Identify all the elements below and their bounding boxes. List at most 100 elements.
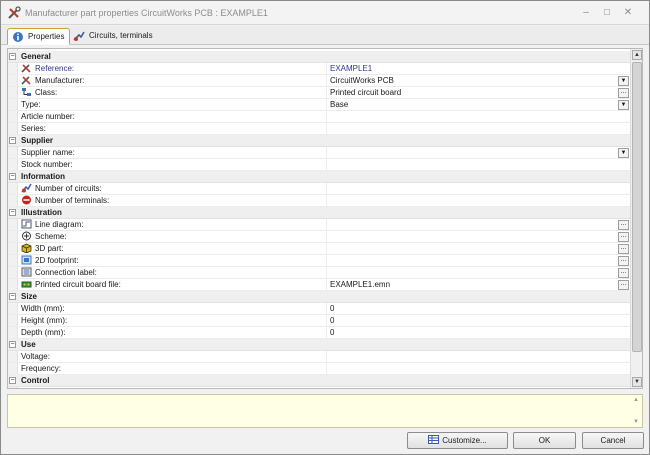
wrench-screwdriver-icon [21,64,31,73]
ellipsis-button[interactable]: ... [618,232,629,242]
property-value[interactable] [326,111,631,123]
property-value[interactable]: EXAMPLE1 [326,63,631,75]
tab-properties[interactable]: Properties [7,28,71,45]
property-row-depth[interactable]: Depth (mm): 0 [8,327,631,339]
collapse-toggle[interactable]: − [9,293,16,300]
ellipsis-button[interactable]: ... [618,244,629,254]
customize-button-label: Customize... [442,436,487,445]
property-name: Connection label: [21,267,327,279]
pcb-file-icon [21,281,32,288]
section-label: Illustration [21,208,62,217]
property-row-connection-label[interactable]: Connection label: ... [8,267,631,279]
dropdown-button[interactable]: ▼ [618,100,629,110]
property-row-reference[interactable]: Reference: EXAMPLE1 [8,63,631,75]
line-diagram-icon [21,219,32,229]
property-row-height[interactable]: Height (mm): 0 [8,315,631,327]
customize-button[interactable]: Customize... [407,432,508,449]
property-name: Reference: [21,63,327,75]
property-value[interactable]: ... [326,243,631,255]
collapse-toggle[interactable]: − [9,377,16,384]
property-value[interactable] [326,123,631,135]
section-label: Supplier [21,136,54,145]
property-row-series[interactable]: Series: [8,123,631,135]
ellipsis-button[interactable]: ... [618,256,629,266]
collapse-toggle[interactable]: − [9,53,16,60]
property-row-number-of-circuits[interactable]: Number of circuits: [8,183,631,195]
property-value[interactable]: ... [326,219,631,231]
ellipsis-button[interactable]: ... [618,220,629,230]
property-row-frequency[interactable]: Frequency: [8,363,631,375]
minimize-button[interactable]: – [578,5,594,21]
window-title: Manufacturer part properties CircuitWork… [25,8,268,18]
property-row-manufacturer[interactable]: Manufacturer: CircuitWorks PCB ▼ [8,75,631,87]
section-control[interactable]: − Control [8,375,631,387]
dropdown-button[interactable]: ▼ [618,76,629,86]
property-value[interactable]: 0 [326,315,631,327]
property-row-width[interactable]: Width (mm): 0 [8,303,631,315]
tab-circuits-terminals[interactable]: Circuits, terminals [69,28,158,45]
ellipsis-button[interactable]: ... [618,88,629,98]
property-value[interactable] [326,351,631,363]
section-information[interactable]: − Information [8,171,631,183]
property-value[interactable]: Base ▼ [326,99,631,111]
collapse-toggle[interactable]: − [9,137,16,144]
cancel-button[interactable]: Cancel [582,432,644,449]
property-value[interactable] [326,363,631,375]
property-name: Article number: [21,112,75,121]
property-row-3d-part[interactable]: 3D part: ... [8,243,631,255]
collapse-toggle[interactable]: − [9,209,16,216]
property-row-voltage[interactable]: Voltage: [8,351,631,363]
ellipsis-button[interactable]: ... [618,280,629,290]
property-value [326,183,631,195]
property-row-article-number[interactable]: Article number: [8,111,631,123]
scheme-icon [22,231,31,241]
property-row-supplier-name[interactable]: Supplier name: ▼ [8,147,631,159]
scroll-down-button[interactable]: ▼ [632,377,642,387]
property-name: Stock number: [21,160,73,169]
tab-bar: Properties Circuits, terminals [1,26,649,45]
property-value[interactable]: ... [326,267,631,279]
description-scroll-down[interactable]: ▼ [633,419,639,425]
ellipsis-button[interactable]: ... [618,268,629,278]
maximize-button[interactable]: □ [599,5,615,21]
property-value[interactable] [326,159,631,171]
property-row-pcb-file[interactable]: Printed circuit board file: EXAMPLE1.emn… [8,279,631,291]
property-value[interactable]: 0 [326,303,631,315]
section-supplier[interactable]: − Supplier [8,135,631,147]
property-row-stock-number[interactable]: Stock number: [8,159,631,171]
collapse-toggle[interactable]: − [9,173,16,180]
property-value[interactable]: ... [326,255,631,267]
property-name: Number of circuits: [21,183,327,195]
section-illustration[interactable]: − Illustration [8,207,631,219]
property-row-2d-footprint[interactable]: 2D footprint: ... [8,255,631,267]
section-size[interactable]: − Size [8,291,631,303]
property-name: Manufacturer: [21,75,327,87]
property-row-type[interactable]: Type: Base ▼ [8,99,631,111]
scroll-thumb[interactable] [632,62,642,352]
scroll-up-button[interactable]: ▲ [632,50,642,60]
section-label: Size [21,292,38,301]
property-grid: − General Reference: EXAMPLE1 Manufactur… [7,48,643,389]
property-value[interactable]: ... [326,231,631,243]
section-general[interactable]: − General [8,51,631,63]
grid-scrollbar[interactable]: ▲ ▼ [630,49,642,388]
description-scroll-up[interactable]: ▲ [633,397,639,403]
collapse-toggle[interactable]: − [9,341,16,348]
property-value[interactable]: Printed circuit board... [326,87,631,99]
property-value[interactable]: ▼ [326,147,631,159]
section-label: Use [21,340,36,349]
property-value[interactable]: CircuitWorks PCB ▼ [326,75,631,87]
dropdown-button[interactable]: ▼ [618,148,629,158]
close-button[interactable]: ✕ [620,5,636,21]
section-use[interactable]: − Use [8,339,631,351]
property-row-scheme[interactable]: Scheme: ... [8,231,631,243]
property-row-class[interactable]: Class: Printed circuit board... [8,87,631,99]
property-value[interactable]: EXAMPLE1.emn... [326,279,631,291]
property-name: Depth (mm): [21,328,66,337]
property-name: Number of terminals: [21,195,327,207]
property-value[interactable]: 0 [326,327,631,339]
property-row-number-of-terminals[interactable]: Number of terminals: [8,195,631,207]
property-name: Line diagram: [21,219,327,231]
property-row-line-diagram[interactable]: Line diagram: ... [8,219,631,231]
ok-button[interactable]: OK [513,432,576,449]
